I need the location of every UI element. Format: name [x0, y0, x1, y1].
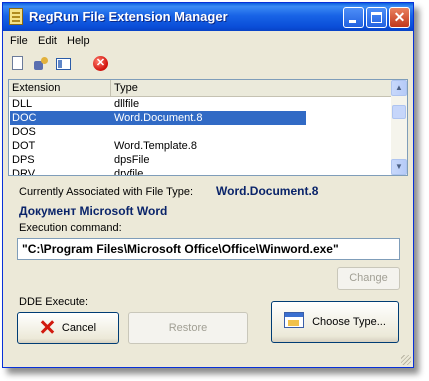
execution-command-label: Execution command:	[19, 222, 122, 234]
cancel-button-label: Cancel	[61, 322, 97, 334]
menu-bar: File Edit Help	[3, 31, 413, 51]
list-rows: DLL dllfile DOC Word.Document.8 DOS DOT Word.T…	[9, 97, 392, 176]
table-row[interactable]: DPS dpsFile	[9, 153, 392, 167]
execution-command-field[interactable]: "C:\Program Files\Microsoft Office\Offic…	[17, 238, 400, 260]
extension-cell: DOT	[12, 140, 36, 152]
app-icon	[9, 8, 23, 25]
extension-cell: DPS	[12, 154, 35, 166]
dde-execute-label: DDE Execute:	[19, 296, 89, 308]
extension-cell: DOC	[12, 112, 37, 124]
table-row[interactable]: DOT Word.Template.8	[9, 139, 392, 153]
restore-button[interactable]: Restore	[128, 312, 248, 344]
window-title: RegRun File Extension Manager	[29, 9, 228, 24]
extension-list[interactable]: Extension Type DLL dllfile DOC Word.Documen…	[8, 79, 408, 176]
extension-cell: DRV	[12, 168, 36, 176]
table-row[interactable]: DOC Word.Document.8	[9, 111, 392, 125]
close-button[interactable]: ✕	[389, 7, 410, 28]
table-row[interactable]: DRV drvfile	[9, 167, 392, 176]
toolbar: ✕	[3, 53, 413, 77]
type-cell: dpsFile	[114, 154, 150, 166]
associated-type-value: Word.Document.8	[216, 184, 319, 198]
menu-help[interactable]: Help	[67, 35, 90, 47]
extension-cell: DOS	[12, 126, 36, 138]
properties-icon[interactable]	[32, 55, 50, 73]
delete-icon[interactable]: ✕	[92, 55, 110, 73]
column-header-type[interactable]: Type	[111, 80, 392, 96]
scroll-up-button[interactable]: ▲	[391, 80, 407, 96]
maximize-button[interactable]	[366, 7, 387, 28]
close-icon: ✕	[393, 9, 406, 25]
file-extension-manager-window: RegRun File Extension Manager ✕ File Edi…	[2, 2, 414, 368]
view-icon[interactable]	[55, 55, 73, 73]
table-row[interactable]: DOS	[9, 125, 392, 139]
type-cell: Word.Template.8	[114, 140, 197, 152]
cancel-button[interactable]: Cancel	[17, 312, 119, 344]
menu-edit[interactable]: Edit	[38, 35, 57, 47]
resize-grip[interactable]	[401, 355, 411, 365]
choose-type-label: Choose Type...	[312, 316, 386, 328]
change-button[interactable]: Change	[337, 267, 400, 290]
extension-cell: DLL	[12, 98, 33, 110]
column-header-extension[interactable]: Extension	[9, 80, 111, 96]
title-bar[interactable]: RegRun File Extension Manager ✕	[3, 3, 413, 31]
cancel-x-icon	[40, 320, 54, 334]
scroll-thumb[interactable]	[392, 105, 406, 119]
list-header: Extension Type	[9, 80, 392, 97]
vertical-scrollbar[interactable]: ▲ ▼	[391, 80, 407, 175]
menu-file[interactable]: File	[10, 35, 28, 47]
scroll-down-button[interactable]: ▼	[391, 159, 407, 175]
file-type-description: Документ Microsoft Word	[19, 204, 168, 218]
associated-type-label: Currently Associated with File Type:	[19, 186, 194, 198]
choose-type-button[interactable]: Choose Type...	[271, 301, 399, 343]
type-cell: Word.Document.8	[114, 112, 203, 124]
new-document-icon[interactable]	[9, 55, 27, 73]
choose-type-icon	[284, 310, 306, 330]
table-row[interactable]: DLL dllfile	[9, 97, 392, 111]
type-cell: dllfile	[114, 98, 140, 110]
type-cell: drvfile	[114, 168, 144, 176]
minimize-button[interactable]	[343, 7, 364, 28]
